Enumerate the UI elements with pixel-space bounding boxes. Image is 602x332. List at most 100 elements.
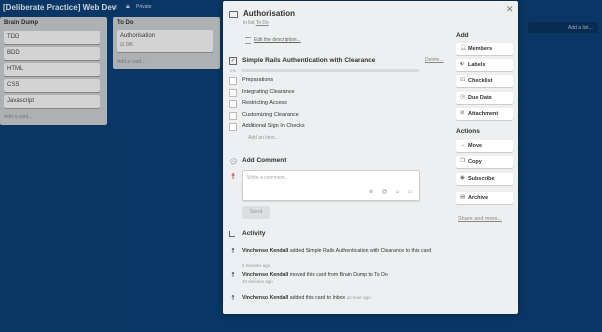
add-card-link[interactable]: Add a card... [4,114,32,120]
checklist-title[interactable]: Simple Rails Authentication with Clearan… [242,57,375,64]
members-button-label: Members [468,46,493,52]
activity-text: Vinchenso Kendall added this card to Inb… [242,294,442,302]
badge-count: 0/6 [125,42,133,48]
checklist-item[interactable]: Restricting Access [229,99,424,109]
archive-button[interactable]: ▤ Archive [456,192,513,204]
edit-description-link[interactable]: Edit the description... [254,37,301,43]
activity-time[interactable]: 40 minutes ago [242,279,273,284]
card-detail-modal: ✕ Authorisation in list To Do Edit the d… [223,1,518,314]
comment-input[interactable]: Write a comment... ⊘ @ ☺ ▭ [242,170,420,201]
avatar[interactable]: ☨ [229,294,237,303]
activity-user[interactable]: Vinchenso Kendall [242,272,288,278]
checklist-item-checkbox[interactable] [229,77,237,85]
list-card-label: BDD [7,50,20,56]
members-icon: 👤︎ [460,45,467,51]
add-checklist-item-link[interactable]: Add an item... [248,135,279,141]
avatar[interactable]: ☨ [229,247,237,256]
comment-icon: 💬︎ [229,159,238,166]
checklist-item-checkbox[interactable] [229,123,237,131]
list-card[interactable]: BDD [4,47,100,60]
list-card[interactable]: HTML [4,63,100,76]
emoji-icon[interactable]: ☺ [395,189,400,195]
checklist-button[interactable]: ☑ Checklist [456,75,513,87]
comment-placeholder: Write a comment... [247,175,289,181]
checklist-item-label[interactable]: Preparations [242,77,273,83]
eye-icon: ◉ [460,175,465,181]
avatar[interactable]: ☨ [229,172,237,181]
in-list-text: in list To Do [243,20,269,26]
checklist-item-checkbox[interactable] [229,111,237,120]
card-link-icon[interactable]: ▭ [408,189,413,195]
add-list-button[interactable]: Add a list... [528,22,598,33]
add-card-link[interactable]: Add a card... [117,59,145,65]
list-card[interactable]: Authorisation ☑ 0/6 [117,30,213,52]
checklist-item[interactable]: Preparations [229,76,424,86]
paperclip-icon: ⊘ [460,110,465,116]
send-button[interactable]: Send [242,206,270,219]
list-card-label: Javascript [7,98,35,104]
list-card[interactable]: CSS [4,79,100,92]
checklist-progress-percent: 0% [230,68,236,73]
list-to-do: To Do Authorisation ☑ 0/6 Add a card... [113,17,220,69]
subscribe-button[interactable]: ◉ Subscribe [456,173,513,185]
delete-checklist-link[interactable]: Delete... [425,57,444,63]
activity-user[interactable]: Vinchenso Kendall [242,248,288,254]
card-icon [229,11,238,18]
activity-time[interactable]: an hour ago [347,295,371,300]
attachment-button[interactable]: ⊘ Attachment [456,108,513,120]
labels-button[interactable]: ⬖ Labels [456,59,513,71]
activity-message: moved this card from Brain Dump to To Do [289,272,388,278]
checklist-item-label[interactable]: Customizing Clearance [242,112,299,118]
arrow-right-icon: → [460,142,466,148]
add-comment-title: Add Comment [242,157,287,164]
list-card-label: TDD [7,34,20,40]
board-title[interactable]: [Deliberate Practice] Web Dev [3,3,116,12]
due-date-button[interactable]: ◷ Due Date [456,92,513,104]
checklist-item-label[interactable]: Additional Sign In Checks [242,123,305,129]
label-icon: ⬖ [460,61,465,67]
checklist-item[interactable]: Additional Sign In Checks [229,122,424,132]
copy-button-label: Copy [468,159,482,165]
members-button[interactable]: 👤︎ Members [456,43,513,55]
copy-button[interactable]: ❐ Copy [456,156,513,168]
card-title[interactable]: Authorisation [243,9,295,18]
clock-icon: ◷ [460,94,465,100]
in-list-link[interactable]: To Do [256,20,269,26]
due-date-button-label: Due Date [468,95,492,101]
checklist-icon: ✓ [229,57,237,65]
sidebar-actions-heading: Actions [456,128,480,135]
attach-icon[interactable]: ⊘ [369,189,373,195]
activity-text: Vinchenso Kendall moved this card from B… [242,271,442,279]
avatar[interactable]: ☨ [229,271,237,280]
activity-user[interactable]: Vinchenso Kendall [242,295,288,301]
activity-text: Vinchenso Kendall added Simple Rails Aut… [242,247,442,255]
checklist-item-checkbox[interactable] [229,100,237,108]
checklist-item[interactable]: Integrating Clearance [229,88,424,98]
checklist-icon: ☑ [460,77,465,83]
checklist-item[interactable]: Customizing Clearance [229,111,424,121]
list-title[interactable]: To Do [117,20,134,26]
in-list-prefix: in list [243,20,255,26]
list-brain-dump: Brain Dump TDD BDD HTML CSS Javascript A… [0,17,107,125]
list-title[interactable]: Brain Dump [4,20,38,26]
list-card[interactable]: Javascript [4,95,100,108]
star-icon[interactable]: ☆ [112,3,118,11]
lock-icon: 🔒︎ [126,3,130,10]
checklist-progress-bar [241,69,419,72]
mention-icon[interactable]: @ [382,189,387,195]
copy-icon: ❐ [460,158,465,164]
activity-icon [229,231,235,237]
visibility-label[interactable]: Private [136,4,152,10]
checklist-item-label[interactable]: Integrating Clearance [242,89,295,95]
checklist-item-label[interactable]: Restricting Access [242,100,287,106]
description-icon [245,37,251,44]
move-button[interactable]: → Move [456,140,513,152]
list-card[interactable]: TDD [4,31,100,44]
list-card-label: HTML [7,66,24,72]
close-icon[interactable]: ✕ [506,4,514,15]
activity-time[interactable]: 2 minutes ago [242,263,270,268]
subscribe-button-label: Subscribe [468,176,495,182]
checklist-item-checkbox[interactable] [229,88,237,97]
checklist-badge: ☑ 0/6 [120,42,133,48]
share-and-more-link[interactable]: Share and more... [458,216,502,222]
